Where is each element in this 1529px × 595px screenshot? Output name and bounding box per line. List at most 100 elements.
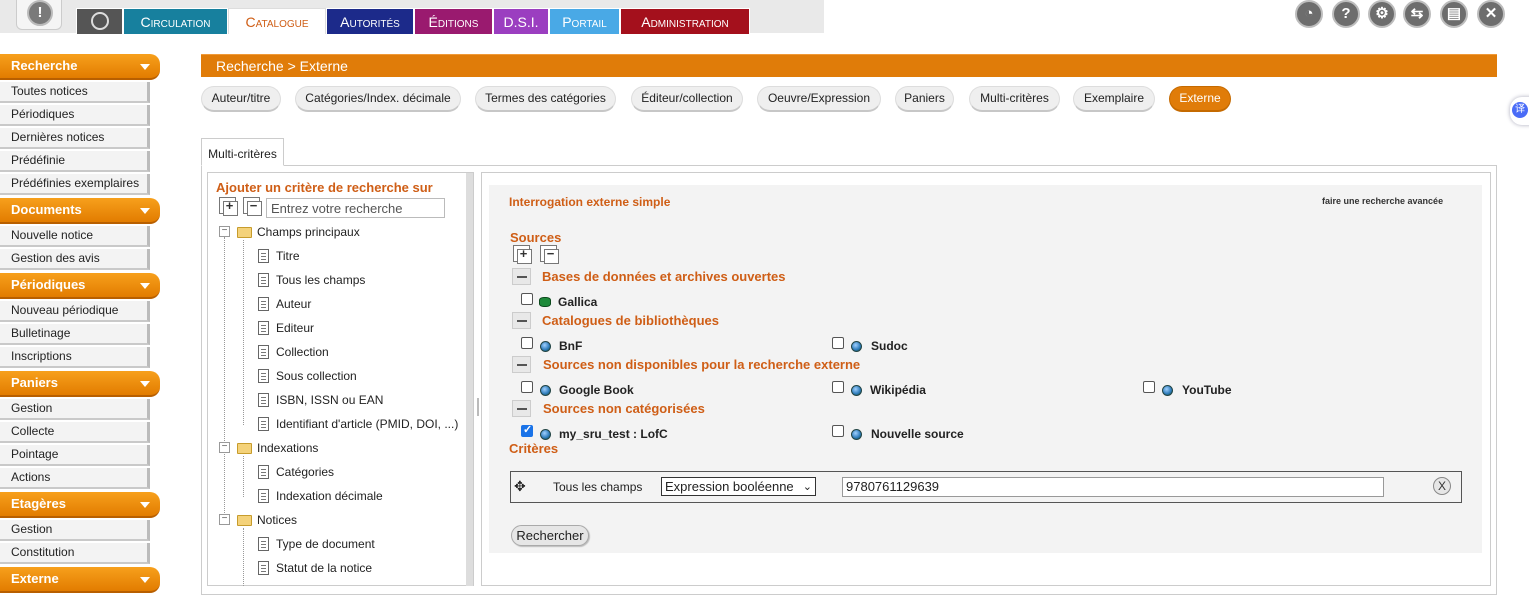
nav-administration[interactable]: Administration — [620, 8, 750, 34]
tree-search-input[interactable] — [266, 198, 445, 218]
category-collapse-toggle[interactable] — [512, 400, 531, 417]
tree-leaf-collection[interactable]: Collection — [276, 345, 329, 359]
tree-scrollbar[interactable] — [466, 173, 473, 586]
subtab-auteur-titre[interactable]: Auteur/titre — [201, 86, 281, 112]
subtab-termes-categories[interactable]: Termes des catégories — [475, 86, 616, 112]
nav-autorites[interactable]: Autorités — [326, 8, 414, 34]
document-icon — [258, 345, 269, 359]
collapse-toggle[interactable]: − — [219, 514, 230, 525]
subtab-paniers[interactable]: Paniers — [895, 86, 954, 112]
source-checkbox-nouvelle-source[interactable] — [832, 425, 844, 437]
tree-leaf-sous-collection[interactable]: Sous collection — [276, 369, 357, 383]
collapse-all-sources-icon[interactable]: − — [540, 245, 559, 264]
menu-item-pointage[interactable]: Pointage — [0, 445, 150, 466]
translate-widget[interactable]: 译 — [1510, 97, 1529, 125]
source-checkbox-my-sru-test[interactable] — [521, 423, 533, 437]
menu-item-predefinies-exemplaires[interactable]: Prédéfinies exemplaires — [0, 174, 150, 195]
nav-dsi[interactable]: D.S.I. — [493, 8, 549, 34]
tab-multi-criteres[interactable]: Multi-critères — [201, 138, 284, 166]
tree-group-notices[interactable]: Notices — [257, 513, 297, 527]
tree-group-champs-principaux[interactable]: Champs principaux — [257, 225, 360, 239]
settings-icon[interactable]: ⚙ — [1368, 0, 1396, 28]
collapse-toggle[interactable]: − — [219, 442, 230, 453]
tree-leaf-identifiant-article[interactable]: Identifiant d'article (PMID, DOI, ...) — [276, 417, 458, 431]
tree-leaf-isbn[interactable]: ISBN, ISSN ou EAN — [276, 393, 383, 407]
pane-splitter-handle[interactable] — [477, 398, 479, 416]
help-icon[interactable]: ? — [1332, 0, 1360, 28]
tree-group-indexations[interactable]: Indexations — [257, 441, 318, 455]
nav-editions[interactable]: Éditions — [414, 8, 493, 34]
menu-item-paniers-gestion[interactable]: Gestion — [0, 399, 150, 420]
menu-item-nouvelle-notice[interactable]: Nouvelle notice — [0, 226, 150, 247]
tree-leaf-type-document[interactable]: Type de document — [276, 537, 375, 551]
tree-leaf-indexation-decimale[interactable]: Indexation décimale — [276, 489, 383, 503]
menu-head-etageres[interactable]: Etagères — [0, 492, 160, 518]
tree-leaf-auteur[interactable]: Auteur — [276, 297, 311, 311]
tree-leaf-titre[interactable]: Titre — [276, 249, 300, 263]
expand-all-icon[interactable]: + — [219, 197, 238, 216]
chevron-down-icon: ⌄ — [802, 481, 812, 493]
menu-head-label: Externe — [11, 571, 59, 586]
source-label-sudoc: Sudoc — [871, 339, 908, 353]
logo[interactable]: ! — [16, 0, 62, 30]
delete-criterion-button[interactable]: X — [1433, 477, 1451, 495]
tree-leaf-tous-champs[interactable]: Tous les champs — [276, 273, 365, 287]
menu-head-label: Etagères — [11, 496, 66, 511]
subtab-externe[interactable]: Externe — [1169, 86, 1231, 112]
menu-item-collecte[interactable]: Collecte — [0, 422, 150, 443]
source-checkbox-youtube[interactable] — [1143, 381, 1155, 393]
menu-head-documents[interactable]: Documents — [0, 198, 160, 224]
menu-item-bulletinage[interactable]: Bulletinage — [0, 324, 150, 345]
menu-item-actions[interactable]: Actions — [0, 468, 150, 489]
menu-item-toutes-notices[interactable]: Toutes notices — [0, 82, 150, 103]
move-handle-icon[interactable]: ✥ — [514, 478, 526, 495]
source-checkbox-bnf[interactable] — [521, 337, 533, 349]
menu-head-periodiques[interactable]: Périodiques — [0, 273, 160, 299]
collapse-toggle[interactable]: − — [219, 226, 230, 237]
source-checkbox-gallica[interactable] — [521, 293, 533, 305]
nav-catalogue[interactable]: Catalogue — [228, 8, 326, 34]
menu-item-periodiques[interactable]: Périodiques — [0, 105, 150, 126]
subtab-exemplaire[interactable]: Exemplaire — [1073, 86, 1155, 112]
nav-portail[interactable]: Portail — [549, 8, 620, 34]
menu-head-paniers[interactable]: Paniers — [0, 371, 160, 397]
subtab-editeur-collection[interactable]: Éditeur/collection — [631, 86, 743, 112]
source-label-gallica: Gallica — [558, 295, 598, 309]
subtab-categories-index[interactable]: Catégories/Index. décimale — [295, 86, 461, 112]
search-button[interactable]: Rechercher — [511, 525, 589, 546]
menu-item-nouveau-periodique[interactable]: Nouveau périodique — [0, 301, 150, 322]
category-collapse-toggle[interactable] — [512, 312, 531, 329]
menu-item-etageres-gestion[interactable]: Gestion — [0, 520, 150, 541]
document-icon — [258, 465, 269, 479]
expand-all-sources-icon[interactable]: + — [513, 245, 532, 264]
criterion-value-input[interactable]: 9780761129639 — [842, 477, 1384, 497]
advanced-search-link[interactable]: faire une recherche avancée — [1322, 196, 1443, 206]
menu-head-externe[interactable]: Externe — [0, 567, 160, 593]
menu-item-predefinie[interactable]: Prédéfinie — [0, 151, 150, 172]
menu-item-gestion-avis[interactable]: Gestion des avis — [0, 249, 150, 270]
criterion-operator-select[interactable]: Expression booléenne ⌄ — [661, 477, 816, 496]
source-checkbox-sudoc[interactable] — [832, 337, 844, 349]
tree-leaf-statut-notice[interactable]: Statut de la notice — [276, 561, 372, 575]
source-checkbox-google-book[interactable] — [521, 381, 533, 393]
tree-leaf-editeur[interactable]: Editeur — [276, 321, 314, 335]
subtab-oeuvre-expression[interactable]: Oeuvre/Expression — [757, 86, 881, 112]
menu-item-inscriptions[interactable]: Inscriptions — [0, 347, 150, 368]
category-collapse-toggle[interactable] — [512, 268, 531, 285]
menu-head-recherche[interactable]: Recherche — [0, 54, 160, 80]
source-checkbox-wikipedia[interactable] — [832, 381, 844, 393]
dashboard-tab[interactable] — [76, 8, 123, 34]
category-collapse-toggle[interactable] — [512, 356, 531, 373]
nav-circulation[interactable]: Circulation — [123, 8, 228, 34]
source-label-google-book: Google Book — [559, 383, 634, 397]
menu-item-constitution[interactable]: Constitution — [0, 543, 150, 564]
subtab-multi-criteres[interactable]: Multi-critères — [969, 86, 1060, 112]
menu-item-dernieres-notices[interactable]: Dernières notices — [0, 128, 150, 149]
globe-icon — [851, 429, 862, 440]
clock-icon[interactable]: ◔ — [1295, 0, 1323, 28]
collapse-all-icon[interactable]: − — [243, 197, 262, 216]
users-icon[interactable]: ⇆ — [1403, 0, 1431, 28]
save-icon[interactable]: ▤ — [1440, 0, 1468, 28]
close-icon[interactable]: ✕ — [1477, 0, 1505, 28]
tree-leaf-categories[interactable]: Catégories — [276, 465, 334, 479]
